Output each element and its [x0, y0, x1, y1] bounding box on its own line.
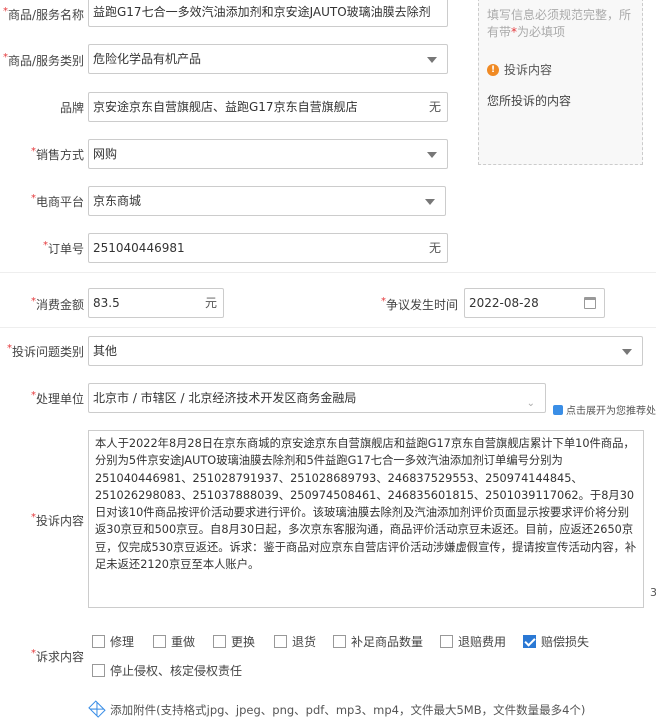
checkbox-label: 停止侵权、核定侵权责任 — [110, 664, 243, 678]
unit-label: *处理单位 — [30, 390, 84, 406]
amount-suffix: 元 — [204, 296, 217, 310]
checkbox-icon[interactable] — [92, 664, 105, 677]
checkbox-label: 退货 — [292, 635, 317, 649]
calendar-icon[interactable] — [584, 297, 596, 309]
checkbox-icon[interactable] — [523, 635, 536, 648]
date-input[interactable]: 2022-08-28 — [464, 288, 605, 318]
demand-checkbox[interactable]: 修理 — [92, 633, 134, 650]
divider — [0, 327, 656, 328]
demand-checkbox[interactable]: 赔偿损失 — [523, 633, 589, 650]
amount-input[interactable]: 83.5 元 — [88, 288, 224, 318]
checkbox-label: 赔偿损失 — [541, 635, 590, 649]
section-text: 您所投诉的内容 — [487, 94, 572, 108]
checkbox-label: 退赔费用 — [458, 635, 507, 649]
dropdown-caret-icon — [425, 199, 435, 205]
brand-suffix: 无 — [428, 100, 441, 114]
order-suffix: 无 — [428, 241, 441, 255]
checkbox-icon[interactable] — [333, 635, 346, 648]
checkbox-label: 更换 — [231, 635, 256, 649]
order-input[interactable]: 251040446981 无 — [88, 233, 448, 263]
demand-checkbox[interactable]: 退货 — [274, 633, 316, 650]
checkbox-label: 修理 — [110, 635, 135, 649]
issue-type-label: *投诉问题类别 — [6, 343, 84, 359]
date-label: *争议发生时间 — [380, 296, 458, 312]
expand-icon — [553, 404, 563, 415]
dropdown-caret-icon — [622, 349, 632, 355]
category-select[interactable]: 危险化学品有机产品 — [88, 44, 448, 74]
dropdown-caret-icon — [427, 152, 437, 158]
chevron-down-icon: ⌄ — [526, 398, 535, 409]
demand-checkbox[interactable]: 补足商品数量 — [333, 633, 423, 650]
category-label: *商品/服务类别 — [2, 52, 84, 68]
checkbox-icon[interactable] — [153, 635, 166, 648]
checkbox-icon[interactable] — [440, 635, 453, 648]
sales-label: *销售方式 — [30, 146, 84, 162]
name-input[interactable]: 益跑G17七合一多效汽油添加剂和京安途JAUTO玻璃油膜去除剂 — [88, 0, 448, 27]
brand-label: 品牌 — [59, 101, 84, 115]
unit-cascader[interactable]: 北京市 / 市辖区 / 北京经济技术开发区商务金融局 ⌄ — [88, 383, 546, 413]
checkbox-label: 补足商品数量 — [351, 635, 424, 649]
paperclip-icon: ⌧ — [84, 698, 108, 722]
demand-checkbox[interactable]: 停止侵权、核定侵权责任 — [92, 662, 242, 679]
required-note: 填写信息必须规范完整，所有带*为必填项 — [487, 8, 632, 39]
demand-checkbox[interactable]: 退赔费用 — [440, 633, 506, 650]
checkbox-label: 重做 — [171, 635, 196, 649]
issue-type-select[interactable]: 其他 — [88, 336, 643, 366]
platform-select[interactable]: 京东商城 — [88, 186, 446, 216]
complaint-content-textarea[interactable] — [88, 430, 644, 608]
divider — [0, 272, 656, 273]
info-icon: ! — [487, 63, 499, 76]
sales-select[interactable]: 网购 — [88, 139, 448, 169]
brand-input[interactable]: 京安途京东自营旗舰店、益跑G17京东自营旗舰店无 — [88, 92, 448, 122]
char-counter: 3 — [650, 586, 656, 599]
demand-checkbox[interactable]: 重做 — [153, 633, 195, 650]
info-panel: 填写信息必须规范完整，所有带*为必填项 ! 投诉内容 您所投诉的内容 — [478, 0, 643, 165]
section-title: ! 投诉内容 — [487, 61, 634, 78]
amount-label: *消费金额 — [30, 296, 84, 312]
dropdown-caret-icon — [427, 57, 437, 63]
checkbox-icon[interactable] — [92, 635, 105, 648]
checkbox-icon[interactable] — [274, 635, 287, 648]
demands-label: *诉求内容 — [30, 648, 84, 664]
add-attachment-link[interactable]: ⌧ 添加附件(支持格式jpg、jpeg、png、pdf、mp3、mp4，文件最大5… — [85, 699, 586, 722]
order-label: *订单号 — [42, 240, 84, 256]
recommend-hint[interactable]: 点击展开为您推荐处 — [553, 402, 656, 417]
content-label: *投诉内容 — [30, 512, 84, 528]
name-label: *商品/服务名称 — [2, 6, 84, 22]
checkbox-icon[interactable] — [213, 635, 226, 648]
demand-checkbox[interactable]: 更换 — [213, 633, 255, 650]
platform-label: *电商平台 — [30, 193, 84, 209]
